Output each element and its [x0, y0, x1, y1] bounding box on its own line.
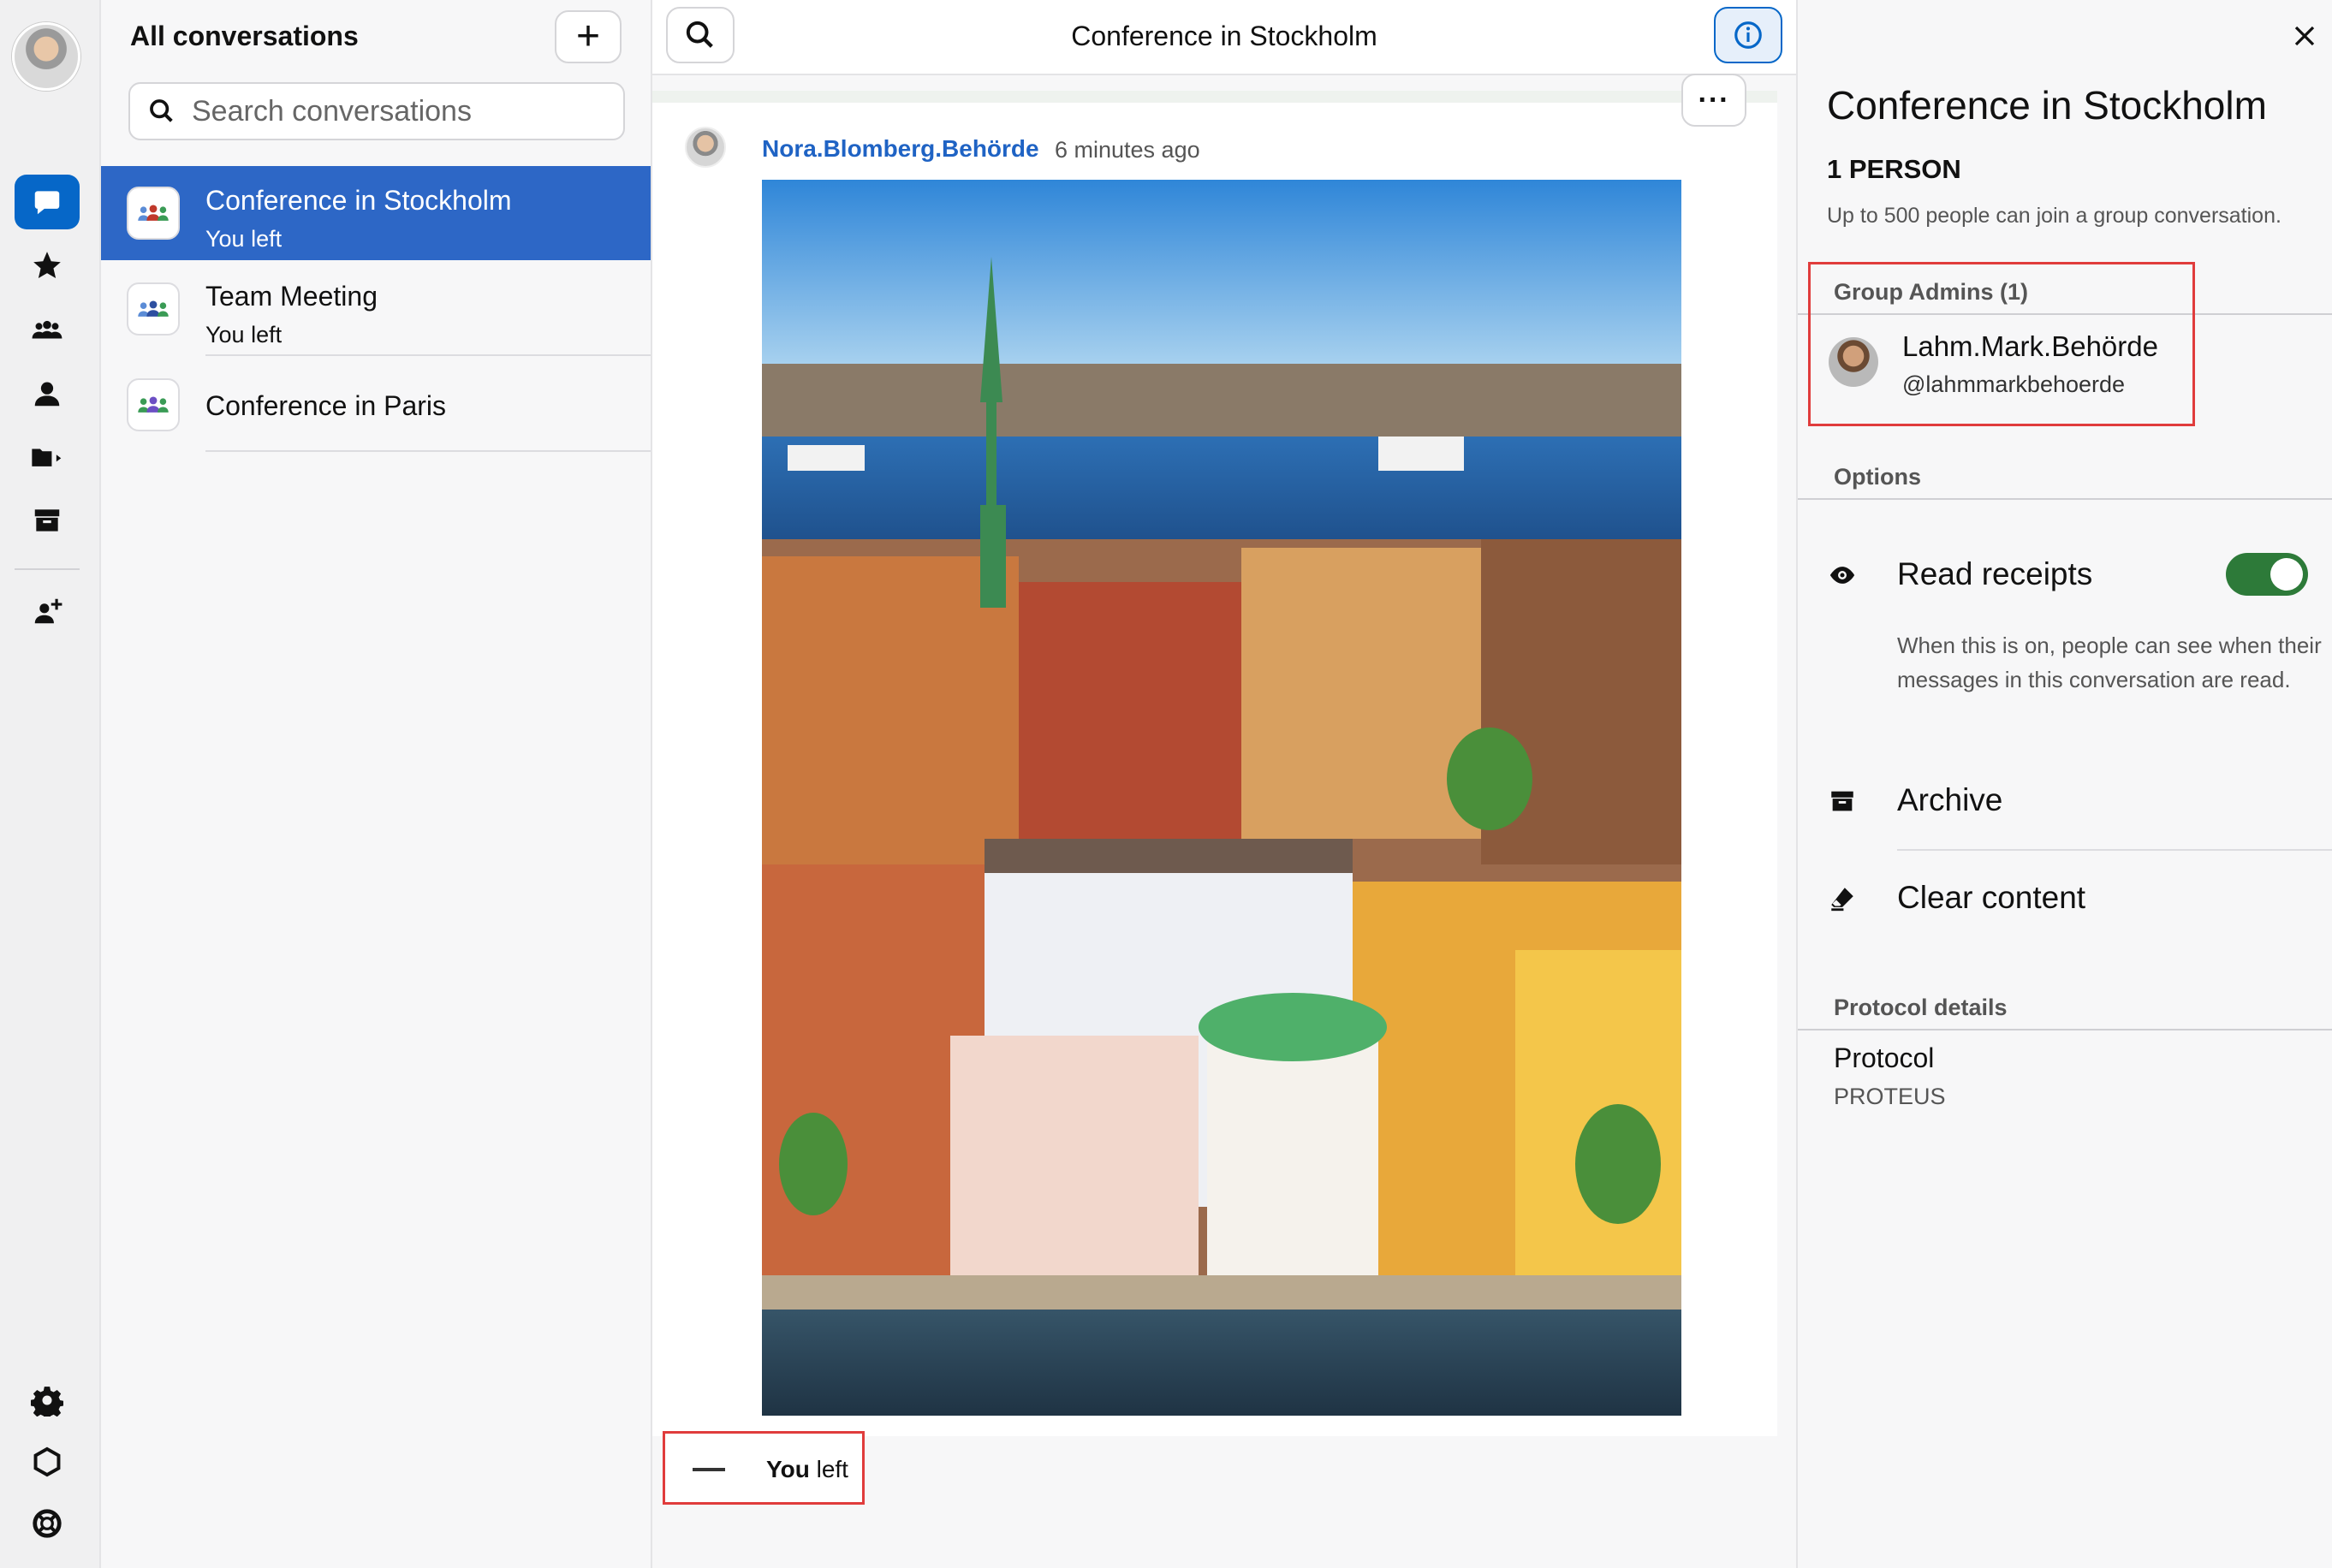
- nav-conversations-button[interactable]: [15, 175, 80, 229]
- leave-icon: [693, 1468, 725, 1471]
- system-message-you-left: You left: [663, 1431, 865, 1505]
- star-icon: [33, 252, 61, 279]
- search-box: [128, 82, 625, 140]
- group-size-note: Up to 500 people can join a group conver…: [1827, 204, 2281, 228]
- conversation-item[interactable]: Conference in Stockholm You left: [101, 166, 651, 260]
- section-label: Options: [1834, 464, 1921, 490]
- options-header: Options: [1798, 455, 2332, 500]
- conversation-item[interactable]: Team Meeting You left: [101, 262, 651, 356]
- sender-avatar[interactable]: [685, 127, 726, 168]
- section-label: Protocol details: [1834, 995, 2008, 1020]
- city-photo: [762, 180, 1681, 1416]
- chat-bubble-icon: [34, 191, 60, 215]
- hexagon-icon: [33, 1446, 61, 1477]
- search-icon: [150, 99, 173, 122]
- nav-teams-button[interactable]: [15, 1434, 80, 1489]
- conversation-details-panel: Conference in Stockholm 1 PERSON Up to 5…: [1796, 0, 2332, 1568]
- user-avatar[interactable]: [12, 22, 80, 91]
- eye-icon: [1827, 560, 1858, 591]
- system-you: You: [766, 1456, 810, 1482]
- chat-area: Conference in Stockholm ··· Nora.Blomber…: [652, 0, 1796, 1568]
- rail-divider: [15, 568, 80, 570]
- eraser-icon: [1827, 883, 1858, 914]
- nav-groups-button[interactable]: [15, 303, 80, 358]
- nav-archive-button[interactable]: [15, 493, 80, 548]
- chat-header: Conference in Stockholm: [652, 0, 1796, 75]
- message-timestamp: 6 minutes ago: [1055, 137, 1200, 163]
- nav-support-button[interactable]: [15, 1496, 80, 1551]
- panel-title: Conference in Stockholm: [1827, 83, 2267, 128]
- conversation-status: You left: [205, 322, 283, 347]
- protocol-details-header: Protocol details: [1798, 986, 2332, 1030]
- person-icon: [34, 382, 60, 407]
- info-icon: [1734, 21, 1762, 49]
- conversation-status: You left: [205, 226, 283, 252]
- app-window: All conversations + Conference in Stockh…: [0, 0, 2332, 1568]
- sender-name[interactable]: Nora.Blomberg.Behörde: [762, 135, 1039, 163]
- new-conversation-button[interactable]: +: [555, 10, 622, 63]
- group-icon: [138, 205, 169, 221]
- system-message-text: You left: [766, 1456, 848, 1483]
- archive-button[interactable]: Archive: [1897, 782, 2002, 818]
- conversation-item[interactable]: Conference in Paris: [101, 358, 651, 452]
- conversation-list-panel: All conversations + Conference in Stockh…: [101, 0, 652, 1568]
- divider: [205, 450, 651, 452]
- admins-highlight: [1808, 262, 2195, 426]
- archive-icon: [34, 509, 60, 532]
- nav-folders-button[interactable]: [15, 430, 80, 484]
- divider: [205, 354, 651, 356]
- nav-connect-button[interactable]: [15, 584, 80, 638]
- add-person-icon: [34, 598, 62, 624]
- group-avatar: [127, 187, 180, 240]
- protocol-label: Protocol: [1834, 1042, 1935, 1073]
- read-receipts-toggle[interactable]: [2226, 553, 2308, 596]
- chat-title: Conference in Stockholm: [1071, 21, 1377, 51]
- nav-favorites-button[interactable]: [15, 238, 80, 293]
- message-options-button[interactable]: ···: [1681, 74, 1746, 127]
- group-avatar: [127, 282, 180, 336]
- archive-icon: [1827, 786, 1858, 817]
- close-icon: [2294, 26, 2315, 46]
- divider: [1897, 849, 2332, 851]
- group-avatar: [127, 378, 180, 431]
- group-icon: [138, 300, 169, 317]
- clear-content-button[interactable]: Clear content: [1897, 880, 2085, 916]
- read-receipts-label: Read receipts: [1897, 556, 2093, 591]
- group-icon: [138, 396, 169, 413]
- nav-settings-button[interactable]: [15, 1373, 80, 1428]
- conversation-info-button[interactable]: [1714, 7, 1782, 63]
- lifebuoy-icon: [33, 1509, 62, 1538]
- nav-people-button[interactable]: [15, 366, 80, 421]
- conversation-name: Team Meeting: [205, 281, 378, 312]
- conversation-name: Conference in Stockholm: [205, 185, 512, 216]
- message-image[interactable]: [762, 180, 1681, 1416]
- list-title: All conversations: [130, 21, 359, 51]
- system-action: left: [809, 1456, 848, 1482]
- protocol-value: PROTEUS: [1834, 1084, 1946, 1109]
- close-panel-button[interactable]: [2287, 19, 2322, 53]
- folder-icon: [32, 448, 62, 466]
- read-receipts-description: When this is on, people can see when the…: [1897, 633, 2322, 692]
- member-count: 1 PERSON: [1827, 154, 1961, 184]
- search-input[interactable]: [192, 94, 603, 128]
- conversation-name: Conference in Paris: [205, 390, 447, 421]
- gear-icon: [31, 1387, 63, 1417]
- nav-rail: [0, 0, 101, 1568]
- group-icon: [32, 320, 62, 339]
